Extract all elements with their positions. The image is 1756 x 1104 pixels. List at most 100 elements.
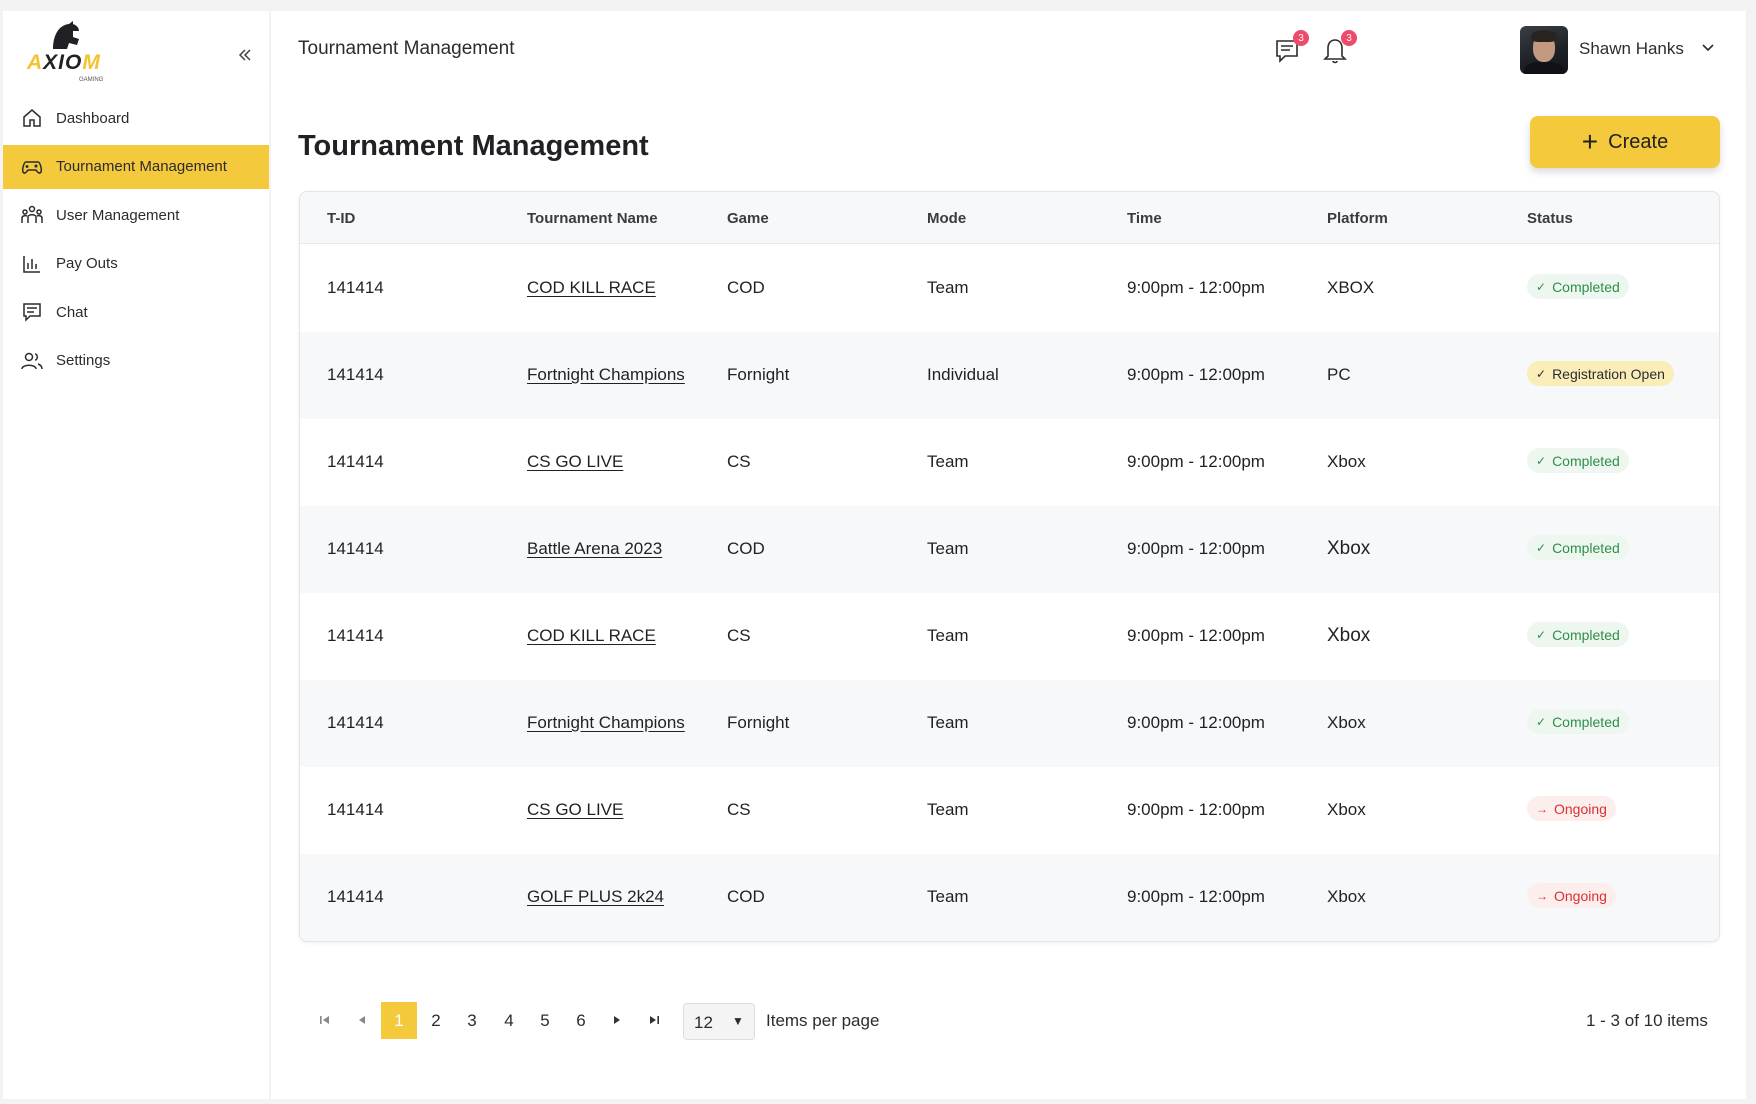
pagination-summary: 1 - 3 of 10 items xyxy=(1586,1011,1708,1030)
prev-page-icon xyxy=(359,1016,365,1024)
tournament-name-link[interactable]: GOLF PLUS 2k24 xyxy=(527,887,664,907)
plus-icon: + xyxy=(1581,126,1599,157)
cell-platform: Xbox xyxy=(1327,625,1371,646)
cell-mode: Individual xyxy=(927,365,999,384)
notifications-button[interactable]: 3 xyxy=(1321,30,1357,65)
column-header-platform[interactable]: Platform xyxy=(1327,210,1388,227)
top-header: Tournament Management 3 3 Shawn Hanks xyxy=(271,11,1746,88)
tournament-name-link[interactable]: Fortnight Champions xyxy=(527,713,685,733)
column-header-status[interactable]: Status xyxy=(1527,210,1573,227)
table-row[interactable]: 141414 Fortnight Champions Fornight Indi… xyxy=(300,332,1719,419)
cell-mode: Team xyxy=(927,278,969,297)
tournament-name-link[interactable]: COD KILL RACE xyxy=(527,278,656,298)
avatar-shirt xyxy=(1524,62,1564,74)
cell-mode: Team xyxy=(927,452,969,471)
users-group-icon xyxy=(20,203,44,227)
check-icon: ✓ xyxy=(1536,366,1547,381)
status-badge: → Ongoing xyxy=(1527,796,1616,821)
main-content: Tournament Management + Create T-ID Tour… xyxy=(271,88,1746,1099)
check-icon: ✓ xyxy=(1536,540,1547,555)
tournament-name-link[interactable]: CS GO LIVE xyxy=(527,800,623,820)
cell-time: 9:00pm - 12:00pm xyxy=(1127,539,1265,558)
notifications-badge: 3 xyxy=(1341,30,1357,46)
cell-tid: 141414 xyxy=(327,365,384,384)
page-4-button[interactable]: 4 xyxy=(491,1002,527,1039)
page-2-button[interactable]: 2 xyxy=(418,1002,454,1039)
brand-wordmark: AXIOM xyxy=(27,51,101,75)
sidebar-item-settings[interactable]: Settings xyxy=(3,339,269,383)
bar-chart-icon xyxy=(20,252,44,276)
items-per-page-label: Items per page xyxy=(766,1011,880,1030)
page-6-button[interactable]: 6 xyxy=(563,1002,599,1039)
table-header: T-ID Tournament Name Game Mode Time Plat… xyxy=(300,192,1719,244)
sidebar-item-pay-outs[interactable]: Pay Outs xyxy=(3,242,269,286)
tournament-name-link[interactable]: CS GO LIVE xyxy=(527,452,623,472)
helmet-logo-icon xyxy=(53,21,79,49)
first-page-icon xyxy=(320,1016,329,1024)
column-header-time[interactable]: Time xyxy=(1127,210,1162,227)
sidebar-item-tournament-management[interactable]: Tournament Management xyxy=(3,144,269,189)
column-header-tid[interactable]: T-ID xyxy=(327,210,355,227)
table-row[interactable]: 141414 Fortnight Champions Fornight Team… xyxy=(300,680,1719,767)
cell-tid: 141414 xyxy=(327,539,384,558)
cell-platform: Xbox xyxy=(1327,538,1371,559)
check-icon: ✓ xyxy=(1536,714,1547,729)
header-title: Tournament Management xyxy=(298,38,515,59)
sidebar-item-label: Tournament Management xyxy=(56,158,227,175)
cell-tid: 141414 xyxy=(327,713,384,732)
messages-badge: 3 xyxy=(1293,30,1309,46)
next-page-button[interactable] xyxy=(608,1011,626,1029)
sidebar-nav: Dashboard Tournament Management User Man… xyxy=(3,96,269,387)
user-name[interactable]: Shawn Hanks xyxy=(1579,39,1684,59)
sidebar-item-dashboard[interactable]: Dashboard xyxy=(3,96,269,140)
cell-time: 9:00pm - 12:00pm xyxy=(1127,365,1265,384)
cell-mode: Team xyxy=(927,626,969,645)
cell-platform: PC xyxy=(1327,365,1351,384)
messages-button[interactable]: 3 xyxy=(1273,30,1309,65)
create-button[interactable]: + Create xyxy=(1530,116,1720,168)
table-row[interactable]: 141414 GOLF PLUS 2k24 COD Team 9:00pm - … xyxy=(300,854,1719,941)
page-3-button[interactable]: 3 xyxy=(454,1002,490,1039)
home-icon xyxy=(20,106,44,130)
sidebar-item-chat[interactable]: Chat xyxy=(3,290,269,334)
table-row[interactable]: 141414 COD KILL RACE CS Team 9:00pm - 12… xyxy=(300,593,1719,680)
avatar[interactable] xyxy=(1520,26,1568,74)
table-row[interactable]: 141414 COD KILL RACE COD Team 9:00pm - 1… xyxy=(300,245,1719,332)
status-badge: ✓ Completed xyxy=(1527,448,1629,473)
create-button-label: Create xyxy=(1608,130,1669,153)
page-1-button[interactable]: 1 xyxy=(381,1002,417,1039)
tournament-name-link[interactable]: COD KILL RACE xyxy=(527,626,656,646)
sidebar-item-label: Dashboard xyxy=(56,109,130,127)
tournament-name-link[interactable]: Fortnight Champions xyxy=(527,365,685,385)
column-header-mode[interactable]: Mode xyxy=(927,210,966,227)
cell-time: 9:00pm - 12:00pm xyxy=(1127,713,1265,732)
table-row[interactable]: 141414 CS GO LIVE CS Team 9:00pm - 12:00… xyxy=(300,767,1719,854)
last-page-button[interactable] xyxy=(645,1011,663,1029)
page-5-button[interactable]: 5 xyxy=(527,1002,563,1039)
status-text: Ongoing xyxy=(1554,887,1607,904)
sidebar-item-user-management[interactable]: User Management xyxy=(3,193,269,237)
status-badge: → Ongoing xyxy=(1527,883,1616,908)
brand-letter-m: M xyxy=(82,51,101,74)
column-header-game[interactable]: Game xyxy=(727,210,769,227)
cell-time: 9:00pm - 12:00pm xyxy=(1127,626,1265,645)
prev-page-button[interactable] xyxy=(353,1011,371,1029)
cell-platform: Xbox xyxy=(1327,887,1366,906)
double-chevron-left-icon xyxy=(238,49,251,61)
cell-platform: Xbox xyxy=(1327,800,1366,819)
column-header-name[interactable]: Tournament Name xyxy=(527,210,658,227)
tournament-name-link[interactable]: Battle Arena 2023 xyxy=(527,539,662,559)
avatar-hair xyxy=(1531,30,1557,42)
chat-icon xyxy=(20,300,44,324)
table-row[interactable]: 141414 CS GO LIVE CS Team 9:00pm - 12:00… xyxy=(300,419,1719,506)
cell-game: Fornight xyxy=(727,713,790,732)
collapse-sidebar-button[interactable] xyxy=(233,43,257,67)
page-title: Tournament Management xyxy=(298,130,649,162)
items-per-page-select[interactable]: 12 ▼ xyxy=(683,1003,755,1040)
brand-subtitle: GAMING xyxy=(79,77,104,83)
user-menu-toggle[interactable] xyxy=(1701,41,1715,60)
brand-letters: XIO xyxy=(43,51,83,74)
first-page-button[interactable] xyxy=(316,1011,334,1029)
sidebar-item-label: Settings xyxy=(56,352,111,369)
table-row[interactable]: 141414 Battle Arena 2023 COD Team 9:00pm… xyxy=(300,506,1719,593)
